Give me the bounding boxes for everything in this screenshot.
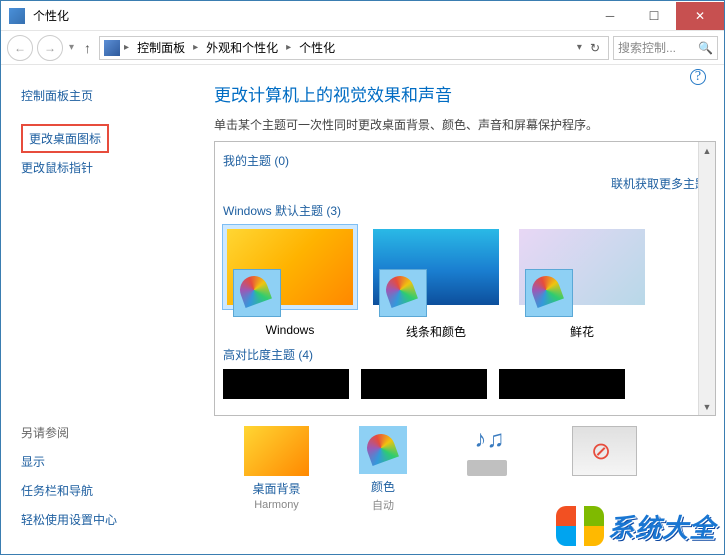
address-dropdown-icon[interactable]: ▾ — [577, 42, 582, 53]
window-title: 个性化 — [33, 7, 69, 24]
sidebar-taskbar-link[interactable]: 任务栏和导航 — [21, 476, 117, 505]
sidebar-home-link[interactable]: 控制面板主页 — [21, 81, 186, 110]
see-also-heading: 另请参阅 — [21, 418, 117, 447]
setting-desktop-background[interactable]: 桌面背景 Harmony — [244, 426, 309, 513]
color-icon — [359, 426, 407, 474]
scroll-up-icon[interactable]: ▲ — [699, 142, 715, 159]
watermark-text: 系统大全 — [608, 508, 716, 545]
sidebar: 控制面板主页 更改桌面图标 更改鼠标指针 另请参阅 显示 任务栏和导航 轻松使用… — [1, 65, 206, 554]
default-themes-label: Windows 默认主题 (3) — [223, 202, 341, 219]
screensaver-icon — [572, 426, 637, 476]
sidebar-display-link[interactable]: 显示 — [21, 447, 117, 476]
minimize-button[interactable]: ─ — [588, 2, 632, 30]
close-button[interactable]: ✕ — [676, 2, 724, 30]
setting-color[interactable]: 颜色 自动 — [359, 426, 407, 513]
theme-lines-colors[interactable]: 线条和颜色 — [369, 225, 503, 340]
chevron-right-icon: ▸ — [284, 42, 293, 53]
address-bar[interactable]: ▸ 控制面板 ▸ 外观和个性化 ▸ 个性化 ▾ ↻ — [99, 36, 609, 60]
titlebar: 个性化 ─ ☐ ✕ — [1, 1, 724, 31]
theme-flowers[interactable]: 鲜花 — [515, 225, 649, 340]
navbar: ← → ▾ ↑ ▸ 控制面板 ▸ 外观和个性化 ▸ 个性化 ▾ ↻ 搜索控制..… — [1, 31, 724, 65]
hc-theme-3[interactable] — [499, 369, 625, 399]
help-icon[interactable]: ? — [690, 69, 706, 85]
scroll-down-icon[interactable]: ▼ — [699, 398, 715, 415]
setting-value: Harmony — [244, 499, 309, 511]
search-input[interactable]: 搜索控制... 🔍 — [613, 36, 718, 60]
sidebar-change-desktop-icons[interactable]: 更改桌面图标 — [21, 124, 109, 153]
refresh-icon[interactable]: ↻ — [590, 41, 600, 55]
breadcrumb-seg-3[interactable]: 个性化 — [295, 39, 339, 56]
breadcrumb-seg-1[interactable]: 控制面板 — [133, 39, 189, 56]
sidebar-change-mouse-pointer[interactable]: 更改鼠标指针 — [21, 153, 186, 182]
app-icon — [9, 8, 25, 24]
theme-windows[interactable]: Windows — [223, 225, 357, 340]
sidebar-ease-of-access-link[interactable]: 轻松使用设置中心 — [21, 505, 117, 534]
get-more-themes-link[interactable]: 联机获取更多主题 — [611, 175, 707, 192]
back-button[interactable]: ← — [7, 35, 33, 61]
theme-name: 线条和颜色 — [369, 323, 503, 340]
location-icon — [104, 40, 120, 56]
themes-box: 我的主题 (0) 联机获取更多主题 Windows 默认主题 (3) Windo… — [214, 141, 716, 416]
setting-value: 自动 — [359, 497, 407, 513]
chevron-right-icon: ▸ — [122, 42, 131, 53]
setting-sound[interactable] — [457, 426, 522, 513]
setting-label: 桌面背景 — [244, 480, 309, 497]
up-button[interactable]: ↑ — [80, 40, 95, 56]
theme-name: Windows — [223, 323, 357, 337]
page-title: 更改计算机上的视觉效果和声音 — [214, 81, 716, 106]
hc-theme-2[interactable] — [361, 369, 487, 399]
high-contrast-label: 高对比度主题 (4) — [223, 346, 313, 363]
page-subtitle: 单击某个主题可一次性同时更改桌面背景、颜色、声音和屏幕保护程序。 — [214, 116, 716, 133]
theme-name: 鲜花 — [515, 323, 649, 340]
hc-theme-1[interactable] — [223, 369, 349, 399]
chevron-right-icon: ▸ — [191, 42, 200, 53]
maximize-button[interactable]: ☐ — [632, 2, 676, 30]
scrollbar[interactable]: ▲ ▼ — [698, 142, 715, 415]
setting-label: 颜色 — [359, 478, 407, 495]
forward-button[interactable]: → — [37, 35, 63, 61]
search-placeholder: 搜索控制... — [618, 39, 676, 56]
main-panel: ? 更改计算机上的视觉效果和声音 单击某个主题可一次性同时更改桌面背景、颜色、声… — [206, 65, 724, 554]
sound-icon — [457, 426, 522, 476]
my-themes-label: 我的主题 (0) — [223, 152, 289, 169]
desktop-background-icon — [244, 426, 309, 476]
breadcrumb-seg-2[interactable]: 外观和个性化 — [202, 39, 282, 56]
setting-screensaver[interactable] — [572, 426, 637, 513]
search-icon: 🔍 — [698, 41, 713, 55]
history-dropdown-icon[interactable]: ▾ — [67, 42, 76, 53]
